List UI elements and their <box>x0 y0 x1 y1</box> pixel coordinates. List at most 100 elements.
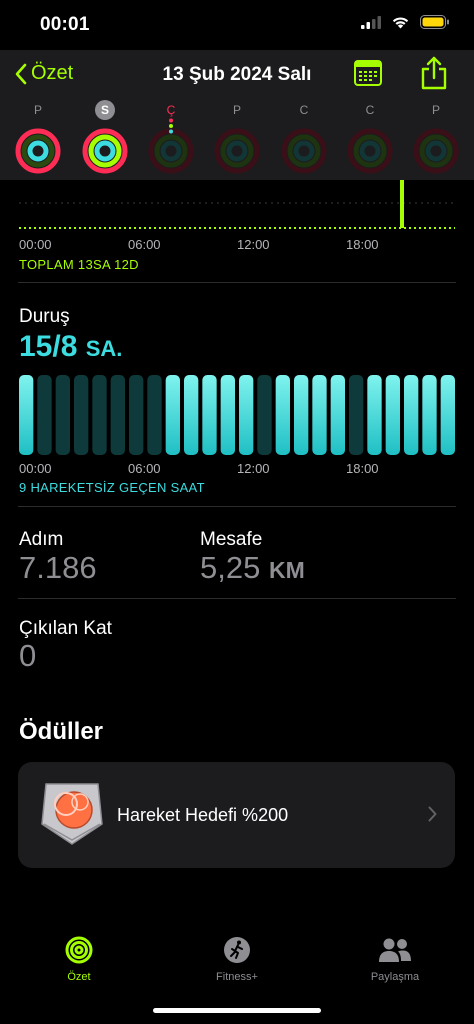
week-ring-row: P S Ç P C C P <box>0 100 474 180</box>
today-dots-icon <box>169 118 173 134</box>
stand-hour-bar <box>74 375 89 455</box>
tab-fitness-plus[interactable]: Fitness+ <box>177 936 297 983</box>
stand-count: 15/8 <box>19 330 78 363</box>
chevron-right-icon <box>428 806 437 822</box>
stand-hour-bar <box>440 375 455 455</box>
distance-label: Mesafe <box>200 529 263 550</box>
divider <box>18 506 456 507</box>
divider <box>18 282 456 283</box>
day-letter: P <box>431 103 440 117</box>
wifi-icon <box>392 17 409 29</box>
time-label: 00:00 <box>19 461 52 476</box>
stand-hour-bar <box>367 375 382 455</box>
stand-hour-bar <box>184 375 199 455</box>
day-ring-1[interactable]: S <box>80 100 130 181</box>
day-ring-3[interactable]: P <box>212 100 262 181</box>
exercise-bar <box>400 180 404 228</box>
award-badge-icon <box>41 783 103 845</box>
stand-hour-bar <box>202 375 217 455</box>
day-letter: P <box>33 103 42 117</box>
battery-icon <box>420 15 449 29</box>
activity-rings-icon <box>65 936 93 964</box>
tab-label: Fitness+ <box>216 971 258 983</box>
calendar-icon <box>354 60 382 86</box>
stand-hour-bar <box>239 375 254 455</box>
distance-value: 5,25 KM <box>200 550 305 586</box>
stand-hour-bar <box>110 375 125 455</box>
status-icons <box>361 15 450 29</box>
exercise-chart <box>19 180 455 229</box>
stand-hour-bar <box>349 375 364 455</box>
day-letter: P <box>232 103 241 117</box>
activity-rings-icon <box>214 128 260 174</box>
day-ring-0[interactable]: P <box>13 100 63 181</box>
activity-rings-icon <box>82 128 128 174</box>
awards-title: Ödüller <box>19 718 104 745</box>
day-letter: Ç <box>166 103 176 117</box>
distance-number: 5,25 <box>200 550 261 585</box>
stand-hour-bar <box>55 375 70 455</box>
activity-rings-icon <box>413 128 459 174</box>
day-ring-6[interactable]: P <box>411 100 461 181</box>
stand-hour-bar <box>37 375 52 455</box>
floors-label: Çıkılan Kat <box>19 618 112 639</box>
steps-label: Adım <box>19 529 64 550</box>
day-ring-4[interactable]: C <box>279 100 329 181</box>
stand-hour-bar <box>385 375 400 455</box>
tab-summary[interactable]: Özet <box>19 936 139 983</box>
stand-value: 15/8 SA. <box>19 330 122 364</box>
divider <box>18 598 456 599</box>
steps-value: 7.186 <box>19 550 97 585</box>
activity-rings-icon <box>347 128 393 174</box>
stand-hour-bar <box>404 375 419 455</box>
stand-unit: SA. <box>85 336 123 361</box>
award-name: Hareket Hedefi %200 <box>117 805 289 825</box>
stand-hour-bar <box>275 375 290 455</box>
award-card[interactable]: Hareket Hedefi %200 <box>18 762 455 868</box>
running-figure-icon <box>224 937 250 963</box>
time-label: 12:00 <box>237 461 270 476</box>
time-label: 18:00 <box>346 237 379 252</box>
inactive-hours-note: 9 HAREKETSİZ GEÇEN SAAT <box>19 480 205 495</box>
stand-hour-bar <box>294 375 309 455</box>
cellular-signal-icon <box>361 15 381 29</box>
tab-label: Özet <box>67 971 91 983</box>
clock: 00:01 <box>40 14 90 35</box>
exercise-total: TOPLAM 13SA 12D <box>19 257 139 272</box>
tab-label: Paylaşma <box>370 971 420 983</box>
time-label: 00:00 <box>19 237 52 252</box>
status-bar: 00:01 <box>0 0 474 50</box>
stand-hour-bar <box>92 375 107 455</box>
day-ring-2[interactable]: Ç <box>146 100 196 181</box>
stand-hour-bar <box>165 375 180 455</box>
stand-label: Duruş <box>19 306 70 327</box>
home-indicator <box>153 1008 321 1013</box>
distance-unit: KM <box>268 557 305 583</box>
people-icon <box>379 938 411 962</box>
day-letter: C <box>365 103 375 117</box>
share-icon <box>421 56 447 90</box>
page-title: 13 Şub 2024 Salı <box>162 64 312 85</box>
stand-hour-bar <box>257 375 272 455</box>
time-label: 12:00 <box>237 237 270 252</box>
time-label: 06:00 <box>128 461 161 476</box>
day-letter: S <box>95 100 115 120</box>
time-label: 06:00 <box>128 237 161 252</box>
floors-value: 0 <box>19 638 37 673</box>
stand-chart <box>19 375 455 455</box>
time-label: 18:00 <box>346 461 379 476</box>
day-letter: C <box>299 103 309 117</box>
stand-hour-bar <box>220 375 235 455</box>
share-button[interactable] <box>420 56 448 95</box>
stand-hour-bar <box>422 375 437 455</box>
stand-hour-bar <box>147 375 162 455</box>
stand-hour-bar <box>330 375 345 455</box>
activity-rings-icon <box>281 128 327 174</box>
day-ring-5[interactable]: C <box>345 100 395 181</box>
activity-rings-icon <box>15 128 61 174</box>
calendar-button[interactable] <box>354 60 382 91</box>
stand-hour-bar <box>19 375 34 455</box>
stand-hour-bar <box>129 375 144 455</box>
stand-hour-bar <box>312 375 327 455</box>
tab-sharing[interactable]: Paylaşma <box>335 936 455 983</box>
